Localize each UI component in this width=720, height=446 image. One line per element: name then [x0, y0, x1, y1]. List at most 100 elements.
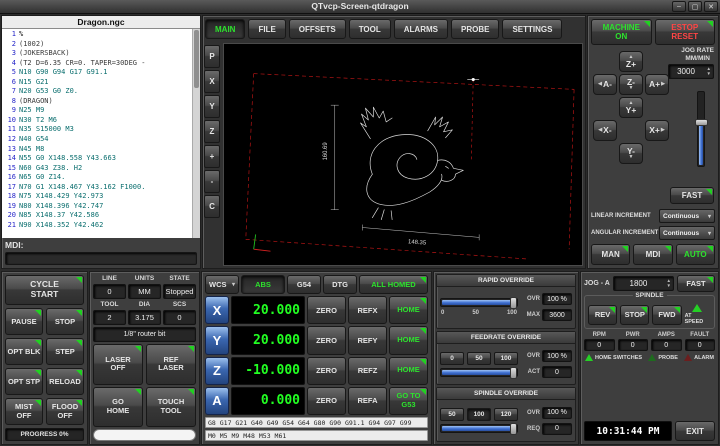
pause-button[interactable]: PAUSE: [5, 308, 43, 335]
jog-x-minus-button[interactable]: ◀X-: [593, 120, 617, 141]
linear-increment-combo[interactable]: Continuous ▾: [659, 209, 715, 223]
view-button[interactable]: X: [204, 70, 220, 93]
view-button[interactable]: P: [204, 45, 220, 68]
jog-a-minus-button[interactable]: ◀A-: [593, 74, 617, 95]
gcode-preview[interactable]: 160.69 148.35: [223, 43, 583, 266]
view-button[interactable]: Z: [204, 120, 220, 143]
jog-rate-spinbox[interactable]: 3000 ▲▼: [668, 64, 714, 79]
spindle-fwd-button[interactable]: FWD: [652, 305, 681, 325]
fast-a-button[interactable]: FAST: [677, 275, 715, 292]
view-button[interactable]: -: [204, 170, 220, 193]
fast-jog-button[interactable]: FAST: [670, 187, 714, 204]
override-preset-button[interactable]: 120: [494, 408, 518, 421]
gcode-line[interactable]: 15N60 G43 Z38. H2: [3, 164, 191, 174]
axis-button-z[interactable]: Z: [205, 357, 229, 385]
estop-reset-button[interactable]: ESTOP RESET: [655, 19, 716, 45]
home-button[interactable]: GO TO G53: [389, 387, 428, 415]
tab-alarms[interactable]: ALARMS: [394, 19, 448, 39]
gcode-line[interactable]: 6N15 G21: [3, 78, 191, 88]
jog-rate-slider[interactable]: [697, 91, 705, 167]
tab-tool[interactable]: TOOL: [349, 19, 391, 39]
machine-on-button[interactable]: MACHINE ON: [591, 19, 652, 45]
minimize-icon[interactable]: –: [672, 1, 686, 12]
gcode-line[interactable]: 7N20 G53 G0 Z0.: [3, 87, 191, 97]
gcode-line[interactable]: 19N80 X148.396 Y42.747: [3, 202, 191, 212]
jog-y-minus-button[interactable]: Y-▼: [619, 143, 643, 164]
gcode-line[interactable]: 16N65 G0 Z14.: [3, 173, 191, 183]
jog-z-plus-button[interactable]: ▲Z+: [619, 51, 643, 72]
gcode-line[interactable]: 14N55 G0 X148.558 Y43.663: [3, 154, 191, 164]
zero-button[interactable]: ZERO: [307, 357, 346, 385]
cycle-start-button[interactable]: CYCLE START: [5, 275, 84, 305]
ref-laser-button[interactable]: REF LASER: [146, 344, 196, 385]
gcode-list[interactable]: 1%2(1002)3(JOKERSBACK)4(T2 D=6.35 CR=0. …: [2, 29, 200, 238]
slider-handle[interactable]: [510, 367, 517, 379]
gcode-scrollbar[interactable]: [192, 29, 200, 238]
maximize-icon[interactable]: ▢: [688, 1, 702, 12]
wcs-combo[interactable]: WCS ▾: [205, 275, 239, 294]
view-button[interactable]: C: [204, 195, 220, 218]
flood-button[interactable]: FLOOD OFF: [46, 398, 84, 425]
gcode-line[interactable]: 5N10 G90 G94 G17 G91.1: [3, 68, 191, 78]
view-button[interactable]: +: [204, 145, 220, 168]
override-preset-button[interactable]: 50: [440, 408, 464, 421]
jog-a-spinbox[interactable]: 1800 ▲▼: [613, 276, 674, 291]
zero-button[interactable]: ZERO: [307, 387, 346, 415]
gcode-line[interactable]: 1%: [3, 30, 191, 40]
slider-handle[interactable]: [510, 423, 517, 435]
mist-button[interactable]: MIST OFF: [5, 398, 43, 425]
gcode-line[interactable]: 3(JOKERSBACK): [3, 49, 191, 59]
tab-offsets[interactable]: OFFSETS: [289, 19, 346, 39]
go-home-button[interactable]: GO HOME: [93, 387, 143, 428]
tab-main[interactable]: MAIN: [205, 19, 245, 39]
view-button[interactable]: Y: [204, 95, 220, 118]
jog-z-minus-button[interactable]: Z-▼: [619, 74, 643, 95]
gcode-line[interactable]: 2(1002): [3, 40, 191, 50]
mdi-input[interactable]: [5, 252, 197, 265]
jog-x-plus-button[interactable]: X+▶: [645, 120, 669, 141]
gcode-line[interactable]: 10N30 T2 M6: [3, 116, 191, 126]
override-preset-button[interactable]: 100: [494, 352, 518, 365]
spindle-rev-button[interactable]: REV: [588, 305, 617, 325]
mode-button-mdi[interactable]: MDI: [633, 244, 672, 265]
tab-settings[interactable]: SETTINGS: [502, 19, 562, 39]
override-preset-button[interactable]: 0: [440, 352, 464, 365]
gcode-line[interactable]: 18N75 X148.429 Y42.973: [3, 192, 191, 202]
slider-handle[interactable]: [695, 119, 708, 126]
gcode-line[interactable]: 13N45 M8: [3, 145, 191, 155]
override-slider[interactable]: [440, 368, 518, 377]
mode-button-man[interactable]: MAN: [591, 244, 630, 265]
axis-button-a[interactable]: A: [205, 387, 229, 415]
jog-y-plus-button[interactable]: ▲Y+: [619, 97, 643, 118]
g54-button[interactable]: G54: [287, 275, 321, 294]
gcode-line[interactable]: 17N70 G1 X148.467 Y43.162 F1000.: [3, 183, 191, 193]
axis-button-x[interactable]: X: [205, 296, 229, 324]
gcode-line[interactable]: 4(T2 D=6.35 CR=0. TAPER=30DEG -: [3, 59, 191, 69]
gcode-line[interactable]: 12N40 G54: [3, 135, 191, 145]
ref-button[interactable]: REFZ: [348, 357, 387, 385]
tab-probe[interactable]: PROBE: [451, 19, 499, 39]
gcode-line[interactable]: 20N85 X148.37 Y42.586: [3, 211, 191, 221]
home-button[interactable]: HOME: [389, 326, 428, 354]
ref-button[interactable]: REFX: [348, 296, 387, 324]
override-preset-button[interactable]: 50: [467, 352, 491, 365]
zero-button[interactable]: ZERO: [307, 296, 346, 324]
ref-button[interactable]: REFY: [348, 326, 387, 354]
optional-stop-button[interactable]: OPT STP: [5, 368, 43, 395]
override-preset-button[interactable]: 100: [467, 408, 491, 421]
zero-button[interactable]: ZERO: [307, 326, 346, 354]
gcode-line[interactable]: 8(DRAGON): [3, 97, 191, 107]
jog-a-plus-button[interactable]: A+▶: [645, 74, 669, 95]
ref-button[interactable]: REFA: [348, 387, 387, 415]
home-button[interactable]: HOME: [389, 357, 428, 385]
laser-button[interactable]: LASER OFF: [93, 344, 143, 385]
gcode-line[interactable]: 9N25 M9: [3, 106, 191, 116]
spinbox-arrows-icon[interactable]: ▲▼: [707, 66, 711, 77]
all-homed-button[interactable]: ALL HOMED: [359, 275, 428, 294]
override-slider[interactable]: [440, 298, 518, 307]
scrollbar-thumb[interactable]: [194, 30, 199, 88]
spinbox-arrows-icon[interactable]: ▲▼: [667, 278, 671, 289]
abs-button[interactable]: ABS: [241, 275, 285, 294]
gcode-line[interactable]: 21N90 X148.352 Y42.462: [3, 221, 191, 231]
stop-button[interactable]: STOP: [46, 308, 84, 335]
